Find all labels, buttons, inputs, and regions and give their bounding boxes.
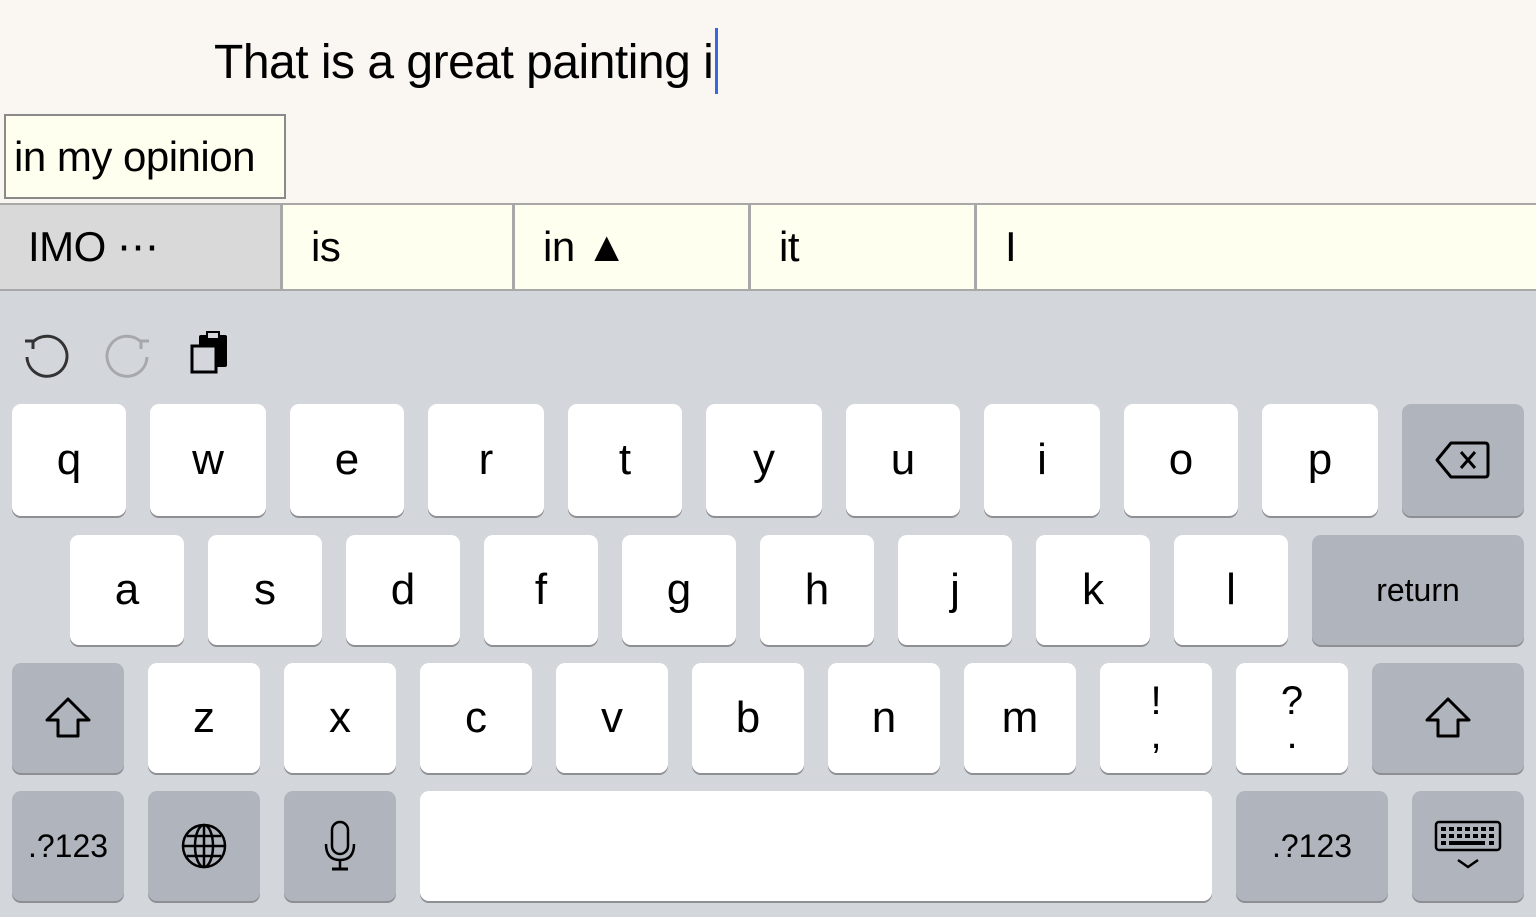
key-label: i bbox=[1037, 435, 1047, 484]
key-question-period[interactable]: ?. bbox=[1236, 663, 1348, 773]
typed-text[interactable]: That is a great painting i bbox=[214, 28, 719, 94]
key-n[interactable]: n bbox=[828, 663, 940, 773]
key-label: h bbox=[804, 565, 830, 614]
shift-icon bbox=[45, 697, 91, 738]
key-label: w bbox=[192, 435, 224, 484]
numbers-key-right[interactable]: .?123 bbox=[1236, 791, 1388, 901]
key-label: c bbox=[465, 693, 487, 742]
key-label: a bbox=[114, 565, 140, 614]
key-label: d bbox=[390, 565, 416, 614]
redo-icon[interactable] bbox=[102, 329, 154, 381]
key-q[interactable]: q bbox=[12, 404, 126, 516]
return-key[interactable]: return bbox=[1312, 535, 1524, 645]
numbers-label: .?123 bbox=[1271, 827, 1353, 864]
key-e[interactable]: e bbox=[290, 404, 404, 516]
shift-key-left[interactable] bbox=[12, 663, 124, 773]
numbers-label: .?123 bbox=[27, 827, 109, 864]
key-j[interactable]: j bbox=[898, 535, 1012, 645]
key-w[interactable]: w bbox=[150, 404, 266, 516]
keyboard-dismiss-icon bbox=[1434, 820, 1502, 869]
space-bar[interactable] bbox=[420, 791, 1212, 901]
key-label: f bbox=[534, 565, 548, 614]
key-label: q bbox=[56, 435, 82, 484]
key-label: e bbox=[334, 435, 360, 484]
key-h[interactable]: h bbox=[760, 535, 874, 645]
key-g[interactable]: g bbox=[622, 535, 736, 645]
key-label: m bbox=[1001, 693, 1039, 742]
globe-key[interactable] bbox=[148, 791, 260, 901]
key-o[interactable]: o bbox=[1124, 404, 1238, 516]
key-label: u bbox=[890, 435, 916, 484]
key-p[interactable]: p bbox=[1262, 404, 1378, 516]
key-label: x bbox=[329, 693, 351, 742]
key-z[interactable]: z bbox=[148, 663, 260, 773]
key-label: y bbox=[753, 435, 775, 484]
key-label: n bbox=[871, 693, 897, 742]
key-label-bottom: . bbox=[1286, 713, 1298, 757]
key-label: t bbox=[618, 435, 632, 484]
suggestion-imo[interactable]: IMO ⋯ bbox=[0, 205, 280, 289]
key-label: j bbox=[950, 565, 960, 614]
key-m[interactable]: m bbox=[964, 663, 1076, 773]
key-label: l bbox=[1226, 565, 1236, 614]
key-x[interactable]: x bbox=[284, 663, 396, 773]
key-s[interactable]: s bbox=[208, 535, 322, 645]
suggestion-i[interactable]: I bbox=[977, 205, 1536, 289]
phrase-suggestion-button[interactable]: in my opinion bbox=[4, 114, 286, 199]
keyboard: q w e r t y u i o p a s d f g h j k l re… bbox=[0, 291, 1536, 917]
globe-icon bbox=[181, 823, 227, 869]
key-a[interactable]: a bbox=[70, 535, 184, 645]
undo-icon[interactable] bbox=[20, 329, 72, 381]
key-label: p bbox=[1307, 435, 1333, 484]
typed-text-content: That is a great painting i bbox=[214, 36, 714, 89]
key-b[interactable]: b bbox=[692, 663, 804, 773]
suggestion-is[interactable]: is bbox=[283, 205, 512, 289]
key-y[interactable]: y bbox=[706, 404, 822, 516]
key-label: s bbox=[254, 565, 276, 614]
key-label: k bbox=[1082, 565, 1104, 614]
dismiss-keyboard-key[interactable] bbox=[1412, 791, 1524, 901]
microphone-icon bbox=[324, 820, 356, 871]
key-label: v bbox=[601, 693, 623, 742]
key-u[interactable]: u bbox=[846, 404, 960, 516]
key-l[interactable]: l bbox=[1174, 535, 1288, 645]
backspace-icon bbox=[1435, 441, 1490, 479]
key-label: r bbox=[478, 435, 494, 484]
backspace-key[interactable] bbox=[1402, 404, 1524, 516]
dictation-key[interactable] bbox=[284, 791, 396, 901]
key-label: z bbox=[193, 693, 215, 742]
shift-key-right[interactable] bbox=[1372, 663, 1524, 773]
return-label: return bbox=[1376, 571, 1460, 608]
shift-icon bbox=[1425, 697, 1471, 738]
key-k[interactable]: k bbox=[1036, 535, 1150, 645]
key-exclaim-comma[interactable]: !, bbox=[1100, 663, 1212, 773]
key-c[interactable]: c bbox=[420, 663, 532, 773]
key-f[interactable]: f bbox=[484, 535, 598, 645]
word-suggestion-bar: IMO ⋯ is in ▲ it I bbox=[0, 203, 1536, 291]
suggestion-in[interactable]: in ▲ bbox=[515, 205, 748, 289]
clipboard-paste-icon[interactable] bbox=[186, 329, 238, 381]
key-t[interactable]: t bbox=[568, 404, 682, 516]
key-r[interactable]: r bbox=[428, 404, 544, 516]
suggestion-it[interactable]: it bbox=[751, 205, 974, 289]
key-label: b bbox=[735, 693, 761, 742]
key-label: g bbox=[666, 565, 692, 614]
key-i[interactable]: i bbox=[984, 404, 1100, 516]
text-editor-area[interactable]: That is a great painting i in my opinion bbox=[0, 0, 1536, 204]
key-label: o bbox=[1168, 435, 1194, 484]
text-caret bbox=[715, 28, 719, 94]
key-v[interactable]: v bbox=[556, 663, 668, 773]
key-d[interactable]: d bbox=[346, 535, 460, 645]
numbers-key-left[interactable]: .?123 bbox=[12, 791, 124, 901]
key-label-bottom: , bbox=[1150, 713, 1162, 757]
